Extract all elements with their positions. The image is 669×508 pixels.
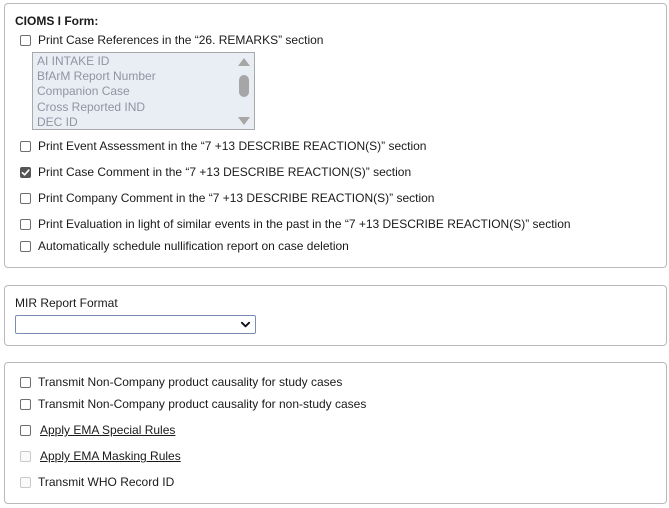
apply-ema-special-rules-option[interactable]: Apply EMA Special Rules [20, 422, 175, 438]
mir-report-format-select[interactable] [15, 315, 256, 334]
transmit-who-record-id-label: Transmit WHO Record ID [38, 475, 175, 489]
auto-nullification-label: Automatically schedule nullification rep… [38, 239, 349, 253]
print-event-assessment-option[interactable]: Print Event Assessment in the “7 +13 DES… [20, 138, 426, 154]
apply-ema-special-rules-link[interactable]: Apply EMA Special Rules [40, 423, 175, 437]
list-item[interactable]: BfArM Report Number [37, 69, 156, 83]
print-evaluation-label: Print Evaluation in light of similar eve… [38, 217, 571, 231]
chevron-down-icon [240, 321, 251, 328]
apply-ema-masking-rules-option: Apply EMA Masking Rules [20, 448, 181, 464]
print-event-assessment-label: Print Event Assessment in the “7 +13 DES… [38, 139, 427, 153]
scroll-down-icon[interactable] [238, 117, 250, 125]
print-company-comment-checkbox[interactable] [20, 192, 31, 204]
cioms-panel: CIOMS I Form: Print Case References in t… [4, 3, 667, 268]
cioms-title: CIOMS I Form: [15, 14, 99, 28]
apply-ema-special-rules-checkbox[interactable] [20, 424, 31, 436]
apply-ema-masking-rules-link[interactable]: Apply EMA Masking Rules [40, 449, 181, 463]
apply-ema-masking-rules-checkbox [20, 450, 31, 462]
scroll-up-icon[interactable] [238, 58, 250, 66]
print-case-comment-label: Print Case Comment in the “7 +13 DESCRIB… [38, 165, 412, 179]
auto-nullification-option[interactable]: Automatically schedule nullification rep… [20, 238, 349, 254]
case-references-listbox[interactable]: AI INTAKE ID BfArM Report Number Compani… [32, 52, 255, 130]
listbox-scrollbar[interactable] [236, 55, 252, 127]
mir-report-format-label: MIR Report Format [15, 296, 118, 310]
list-item[interactable]: DEC ID [37, 115, 78, 129]
print-evaluation-option[interactable]: Print Evaluation in light of similar eve… [20, 216, 571, 232]
transmit-causality-study-checkbox[interactable] [20, 376, 31, 388]
print-company-comment-label: Print Company Comment in the “7 +13 DESC… [38, 191, 435, 205]
transmit-causality-nonstudy-option[interactable]: Transmit Non-Company product causality f… [20, 396, 366, 412]
list-item[interactable]: Cross Reported IND [37, 100, 145, 114]
print-evaluation-checkbox[interactable] [20, 218, 31, 230]
checkmark-icon [21, 168, 30, 176]
transmit-causality-study-option[interactable]: Transmit Non-Company product causality f… [20, 374, 342, 390]
print-event-assessment-checkbox[interactable] [20, 140, 31, 152]
transmit-causality-nonstudy-checkbox[interactable] [20, 398, 31, 410]
transmit-panel: Transmit Non-Company product causality f… [4, 362, 667, 504]
list-item[interactable]: Companion Case [37, 84, 130, 98]
print-company-comment-option[interactable]: Print Company Comment in the “7 +13 DESC… [20, 190, 434, 206]
transmit-causality-study-label: Transmit Non-Company product causality f… [38, 375, 343, 389]
print-case-comment-option[interactable]: Print Case Comment in the “7 +13 DESCRIB… [20, 164, 411, 180]
transmit-who-record-id-option: Transmit WHO Record ID [20, 474, 174, 490]
auto-nullification-checkbox[interactable] [20, 240, 31, 252]
print-case-refs-checkbox[interactable] [20, 34, 31, 46]
print-case-comment-checkbox[interactable] [20, 166, 31, 178]
list-item[interactable]: AI INTAKE ID [37, 54, 109, 68]
mir-panel: MIR Report Format [4, 285, 667, 346]
print-case-refs-label: Print Case References in the “26. REMARK… [38, 33, 324, 47]
transmit-causality-nonstudy-label: Transmit Non-Company product causality f… [38, 397, 367, 411]
transmit-who-record-id-checkbox [20, 476, 31, 488]
scroll-thumb[interactable] [239, 75, 249, 97]
print-case-refs-option[interactable]: Print Case References in the “26. REMARK… [20, 32, 323, 48]
